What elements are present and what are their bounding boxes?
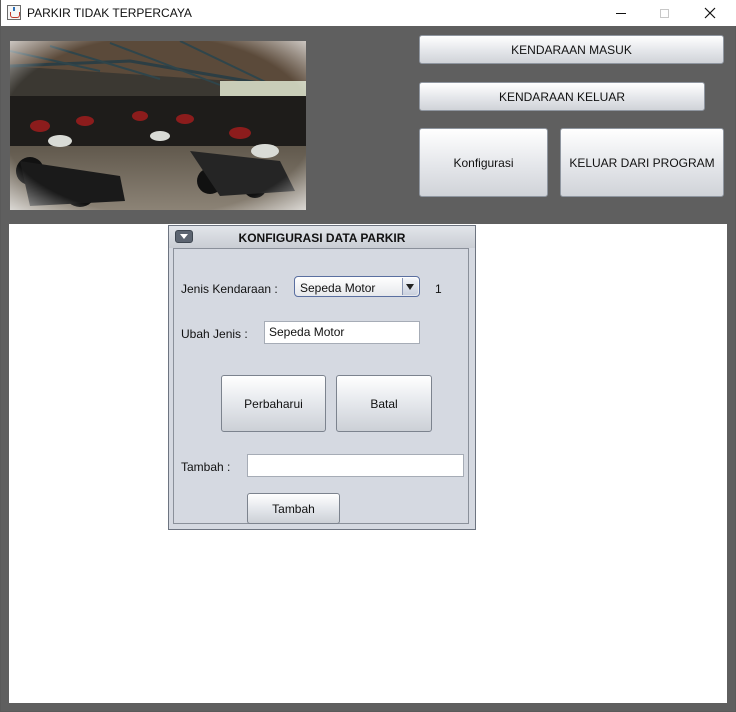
ubah-jenis-label: Ubah Jenis :	[181, 327, 248, 341]
chevron-down-icon	[402, 278, 418, 295]
title-bar: PARKIR TIDAK TERPERCAYA	[1, 0, 736, 26]
minimize-button[interactable]	[598, 0, 644, 26]
jenis-kendaraan-selected: Sepeda Motor	[300, 281, 376, 295]
konfigurasi-internal-frame: KONFIGURASI DATA PARKIR Jenis Kendaraan …	[168, 225, 476, 530]
tambah-button[interactable]: Tambah	[247, 493, 340, 524]
tambah-field[interactable]	[247, 454, 464, 477]
close-icon	[704, 7, 716, 19]
jenis-kendaraan-dropdown[interactable]: Sepeda Motor	[294, 276, 420, 297]
maximize-button[interactable]	[641, 0, 687, 26]
frame-title: KONFIGURASI DATA PARKIR	[238, 231, 406, 245]
kendaraan-keluar-button[interactable]: KENDARAAN KELUAR	[419, 82, 705, 111]
batal-button[interactable]: Batal	[336, 375, 432, 432]
perbaharui-button[interactable]: Perbaharui	[221, 375, 326, 432]
app-window: PARKIR TIDAK TERPERCAYA KENDARAAN MASUK …	[0, 0, 736, 712]
jenis-kendaraan-label: Jenis Kendaraan :	[181, 282, 278, 296]
kendaraan-masuk-button[interactable]: KENDARAAN MASUK	[419, 35, 724, 64]
minimize-icon	[616, 12, 626, 14]
window-title: PARKIR TIDAK TERPERCAYA	[27, 6, 192, 20]
frame-content: Jenis Kendaraan : Sepeda Motor 1 Ubah Je…	[173, 248, 469, 524]
parking-lot-photo	[10, 41, 306, 210]
tambah-label: Tambah :	[181, 460, 231, 474]
close-button[interactable]	[687, 0, 733, 26]
keluar-program-button[interactable]: KELUAR DARI PROGRAM	[560, 128, 724, 197]
konfigurasi-button[interactable]: Konfigurasi	[419, 128, 548, 197]
frame-title-bar[interactable]: KONFIGURASI DATA PARKIR	[169, 226, 475, 248]
ubah-jenis-field[interactable]: Sepeda Motor	[264, 321, 420, 344]
maximize-icon	[659, 8, 669, 18]
jenis-kendaraan-id: 1	[435, 282, 442, 296]
java-app-icon	[7, 5, 21, 20]
